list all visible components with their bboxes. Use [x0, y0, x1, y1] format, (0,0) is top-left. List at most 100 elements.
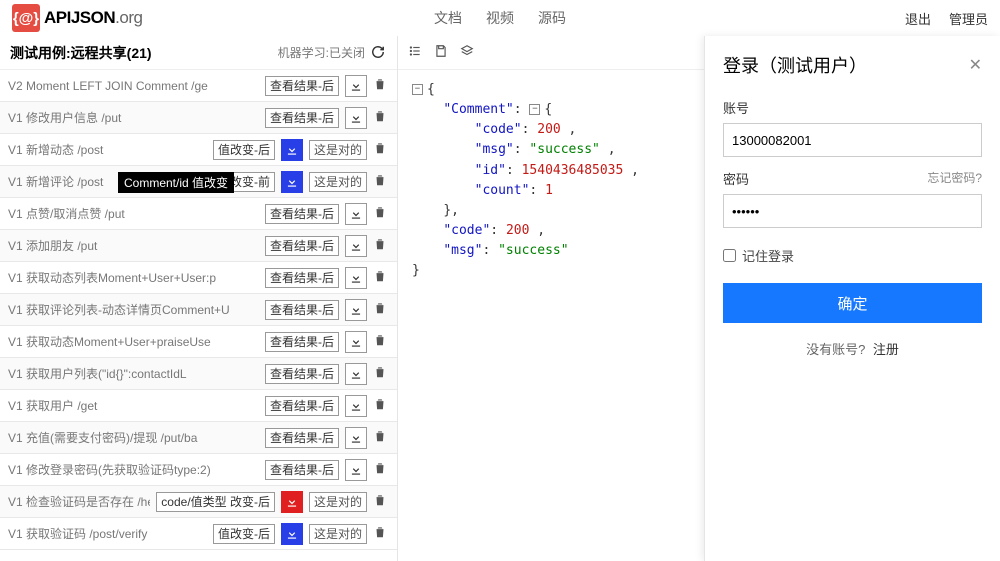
trash-icon[interactable] [373, 397, 389, 414]
table-row[interactable]: V1 检查验证码是否存在 /heacode/值类型 改变-后这是对的 [0, 486, 397, 518]
tooltip: Comment/id 值改变 [118, 172, 234, 193]
trash-icon[interactable] [373, 109, 389, 126]
layers-icon[interactable] [460, 44, 474, 61]
trash-icon[interactable] [373, 461, 389, 478]
table-row[interactable]: V1 新增动态 /post 值改变-后 这是对的 [0, 134, 397, 166]
header-nav: 文档 视频 源码 [434, 8, 566, 28]
download-icon[interactable] [281, 491, 303, 513]
download-icon[interactable] [345, 299, 367, 321]
forgot-password-link[interactable]: 忘记密码? [927, 169, 982, 188]
test-list-title: 测试用例:远程共享(21) [10, 43, 278, 63]
test-row-label: V1 获取动态列表Moment+User+User:p [8, 269, 259, 286]
nav-source[interactable]: 源码 [538, 8, 566, 28]
trash-icon[interactable] [373, 269, 389, 286]
table-row[interactable]: V1 获取动态Moment+User+praiseUse 查看结果-后 [0, 326, 397, 358]
trash-icon[interactable] [373, 525, 389, 542]
result-badge[interactable]: 查看结果-后 [265, 332, 339, 352]
result-badge[interactable]: 值改变-后 [213, 524, 275, 544]
download-icon[interactable] [345, 331, 367, 353]
table-row[interactable]: V1 添加朋友 /put 查看结果-后 [0, 230, 397, 262]
table-row[interactable]: V1 获取动态列表Moment+User+User:p 查看结果-后 [0, 262, 397, 294]
table-row[interactable]: V1 获取评论列表-动态详情页Comment+U 查看结果-后 [0, 294, 397, 326]
account-input[interactable] [723, 123, 982, 157]
result-badge[interactable]: 查看结果-后 [265, 236, 339, 256]
result-badge[interactable]: 查看结果-后 [265, 204, 339, 224]
save-icon[interactable] [434, 44, 448, 61]
download-icon[interactable] [345, 395, 367, 417]
logout-link[interactable]: 退出 [905, 9, 931, 28]
test-row-label: V1 添加朋友 /put [8, 237, 259, 254]
download-icon[interactable] [281, 139, 303, 161]
table-row[interactable]: V1 新增评论 /postComment/id 值改变值改变-前这是对的 [0, 166, 397, 198]
download-icon[interactable] [281, 523, 303, 545]
download-icon[interactable] [345, 75, 367, 97]
json-toggle-icon[interactable]: − [412, 84, 423, 95]
table-row[interactable]: V1 点赞/取消点赞 /put 查看结果-后 [0, 198, 397, 230]
remember-label: 记住登录 [742, 246, 794, 265]
test-row-label: V1 获取动态Moment+User+praiseUse [8, 333, 259, 350]
download-icon[interactable] [345, 363, 367, 385]
result-badge[interactable]: 查看结果-后 [265, 396, 339, 416]
trash-icon[interactable] [373, 429, 389, 446]
trash-icon[interactable] [373, 365, 389, 382]
password-label: 密码 [723, 169, 749, 188]
trash-icon[interactable] [373, 237, 389, 254]
login-title: 登录（测试用户） [723, 52, 969, 78]
trash-icon[interactable] [373, 77, 389, 94]
test-row-label: V1 新增动态 /post [8, 141, 207, 158]
test-row-label: V1 修改用户信息 /put [8, 109, 259, 126]
download-icon[interactable] [345, 235, 367, 257]
test-row-label: V1 充值(需要支付密码)/提现 /put/ba [8, 429, 259, 446]
close-icon[interactable]: ✕ [969, 55, 982, 75]
json-toggle-icon[interactable]: − [529, 104, 540, 115]
result-badge[interactable]: 查看结果-后 [265, 76, 339, 96]
correct-badge: 这是对的 [309, 140, 367, 160]
trash-icon[interactable] [373, 205, 389, 222]
table-row[interactable]: V1 修改用户信息 /put 查看结果-后 [0, 102, 397, 134]
trash-icon[interactable] [373, 173, 389, 190]
test-list[interactable]: V2 Moment LEFT JOIN Comment /ge查看结果-后V1 … [0, 70, 397, 561]
result-badge[interactable]: 值改变-后 [213, 140, 275, 160]
trash-icon[interactable] [373, 333, 389, 350]
result-badge[interactable]: 查看结果-后 [265, 428, 339, 448]
register-link[interactable]: 注册 [873, 342, 899, 357]
remember-checkbox[interactable] [723, 249, 736, 262]
submit-button[interactable]: 确定 [723, 283, 982, 323]
trash-icon[interactable] [373, 141, 389, 158]
download-icon[interactable] [281, 171, 303, 193]
logo[interactable]: {@} APIJSON.org [12, 4, 142, 32]
test-row-label: V1 获取验证码 /post/verify [8, 525, 207, 542]
table-row[interactable]: V1 修改登录密码(先获取验证码type:2)查看结果-后 [0, 454, 397, 486]
test-row-label: V1 获取评论列表-动态详情页Comment+U [8, 301, 259, 318]
admin-link[interactable]: 管理员 [949, 9, 988, 28]
test-row-label: V1 点赞/取消点赞 /put [8, 205, 259, 222]
result-badge[interactable]: 查看结果-后 [265, 460, 339, 480]
result-badge[interactable]: code/值类型 改变-后 [156, 492, 275, 512]
list-settings-icon[interactable] [408, 44, 422, 61]
result-badge[interactable]: 查看结果-后 [265, 300, 339, 320]
table-row[interactable]: V1 充值(需要支付密码)/提现 /put/ba 查看结果-后 [0, 422, 397, 454]
result-badge[interactable]: 查看结果-后 [265, 268, 339, 288]
trash-icon[interactable] [373, 493, 389, 510]
remember-login[interactable]: 记住登录 [723, 246, 982, 265]
refresh-icon[interactable] [371, 45, 387, 61]
test-row-label: V1 获取用户 /get [8, 397, 259, 414]
table-row[interactable]: V1 获取验证码 /post/verify值改变-后这是对的 [0, 518, 397, 550]
password-input[interactable] [723, 194, 982, 228]
table-row[interactable]: V1 获取用户 /get 查看结果-后 [0, 390, 397, 422]
result-badge[interactable]: 查看结果-后 [265, 364, 339, 384]
result-badge[interactable]: 查看结果-后 [265, 108, 339, 128]
test-row-label: V1 检查验证码是否存在 /hea [8, 493, 150, 510]
nav-docs[interactable]: 文档 [434, 8, 462, 28]
correct-badge: 这是对的 [309, 172, 367, 192]
nav-video[interactable]: 视频 [486, 8, 514, 28]
trash-icon[interactable] [373, 301, 389, 318]
download-icon[interactable] [345, 459, 367, 481]
download-icon[interactable] [345, 203, 367, 225]
table-row[interactable]: V2 Moment LEFT JOIN Comment /ge查看结果-后 [0, 70, 397, 102]
download-icon[interactable] [345, 107, 367, 129]
no-account-text: 没有账号? [806, 342, 865, 357]
download-icon[interactable] [345, 267, 367, 289]
download-icon[interactable] [345, 427, 367, 449]
table-row[interactable]: V1 获取用户列表("id{}":contactIdL查看结果-后 [0, 358, 397, 390]
